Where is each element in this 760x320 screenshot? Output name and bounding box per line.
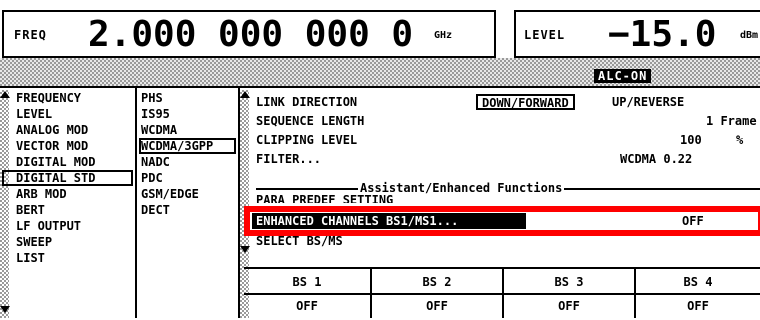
bs-selection-table: BS 1 OFF BS 2 OFF BS 3 OFF BS 4 OFF xyxy=(244,267,760,320)
bs2-cell[interactable]: BS 2 OFF xyxy=(372,269,504,318)
bs4-state: OFF xyxy=(687,299,709,313)
highlight-annotation-frame xyxy=(244,206,760,236)
scroll-down-icon[interactable] xyxy=(240,246,250,253)
menu-item-digital-mod[interactable]: DIGITAL MOD xyxy=(0,154,135,170)
bs2-name: BS 2 xyxy=(422,275,452,289)
menu-item-vector-mod[interactable]: VECTOR MOD xyxy=(0,138,135,154)
link-direction-row: LINK DIRECTION DOWN/FORWARD UP/REVERSE xyxy=(256,94,760,110)
alc-status-badge: ALC-ON xyxy=(594,69,652,83)
frequency-value: 2.000 000 000 0 xyxy=(88,14,414,55)
down-forward-option[interactable]: DOWN/FORWARD xyxy=(476,94,575,110)
menu-item-wcdma[interactable]: WCDMA xyxy=(137,122,238,138)
menu-item-is95[interactable]: IS95 xyxy=(137,106,238,122)
clipping-level-row[interactable]: CLIPPING LEVEL 100 % xyxy=(256,132,760,148)
link-direction-label: LINK DIRECTION xyxy=(256,95,358,109)
bs1-cell[interactable]: BS 1 OFF xyxy=(244,269,372,318)
up-reverse-option[interactable]: UP/REVERSE xyxy=(612,94,684,110)
menu-item-nadc[interactable]: NADC xyxy=(137,154,238,170)
menu-item-phs[interactable]: PHS xyxy=(137,90,238,106)
frequency-label: FREQ xyxy=(14,28,47,42)
level-unit: dBm xyxy=(740,30,759,41)
level-label: LEVEL xyxy=(524,28,566,42)
bs4-name: BS 4 xyxy=(683,275,713,289)
scroll-up-icon[interactable] xyxy=(240,91,250,98)
menu-item-pdc[interactable]: PDC xyxy=(137,170,238,186)
bs4-cell[interactable]: BS 4 OFF xyxy=(636,269,760,318)
menu-item-dect[interactable]: DECT xyxy=(137,202,238,218)
menu-item-gsm-edge[interactable]: GSM/EDGE xyxy=(137,186,238,202)
bs3-name: BS 3 xyxy=(554,275,584,289)
bs2-state: OFF xyxy=(426,299,448,313)
frequency-unit: GHz xyxy=(434,30,453,41)
level-display[interactable]: LEVEL −15.0 dBm xyxy=(514,10,760,58)
sequence-length-row[interactable]: SEQUENCE LENGTH 1 Frame xyxy=(256,113,760,129)
filter-row[interactable]: FILTER... WCDMA 0.22 xyxy=(256,151,760,167)
clipping-level-label: CLIPPING LEVEL xyxy=(256,133,358,147)
clipping-level-value: 100 xyxy=(680,133,702,147)
frequency-display[interactable]: FREQ 2.000 000 000 0 GHz xyxy=(2,10,496,58)
filter-label: FILTER... xyxy=(256,152,322,166)
menu-item-bert[interactable]: BERT xyxy=(0,202,135,218)
select-bs-ms-row[interactable]: SELECT BS/MS xyxy=(256,236,760,250)
menu-item-arb-mod[interactable]: ARB MOD xyxy=(0,186,135,202)
signal-generator-screen: FREQ 2.000 000 000 0 GHz LEVEL −15.0 dBm… xyxy=(0,0,760,318)
menu-item-wcdma-3gpp[interactable]: WCDMA/3GPP xyxy=(139,138,236,154)
level-value: −15.0 xyxy=(608,14,717,55)
menu-item-level[interactable]: LEVEL xyxy=(0,106,135,122)
scroll-down-icon[interactable] xyxy=(0,306,10,313)
standard-menu: PHS IS95 WCDMA WCDMA/3GPP NADC PDC GSM/E… xyxy=(137,90,238,218)
filter-value: WCDMA 0.22 xyxy=(620,152,693,166)
bs1-state: OFF xyxy=(296,299,318,313)
menu-item-list[interactable]: LIST xyxy=(0,250,135,266)
menu-item-analog-mod[interactable]: ANALOG MOD xyxy=(0,122,135,138)
menu-item-sweep[interactable]: SWEEP xyxy=(0,234,135,250)
para-predef-setting-row[interactable]: PARA PREDEF SETTING xyxy=(256,193,393,203)
menu-item-frequency[interactable]: FREQUENCY xyxy=(0,90,135,106)
sequence-length-value: 1 Frame xyxy=(706,114,757,128)
menu-item-lf-output[interactable]: LF OUTPUT xyxy=(0,218,135,234)
bs3-state: OFF xyxy=(558,299,580,313)
clipping-level-unit: % xyxy=(736,133,744,147)
bs1-name: BS 1 xyxy=(292,275,322,289)
menu-item-digital-std[interactable]: DIGITAL STD xyxy=(2,170,133,186)
select-bs-ms-label: SELECT BS/MS xyxy=(256,236,343,248)
main-menu: FREQUENCY LEVEL ANALOG MOD VECTOR MOD DI… xyxy=(0,90,135,266)
sequence-length-label: SEQUENCE LENGTH xyxy=(256,114,365,128)
bs3-cell[interactable]: BS 3 OFF xyxy=(504,269,636,318)
